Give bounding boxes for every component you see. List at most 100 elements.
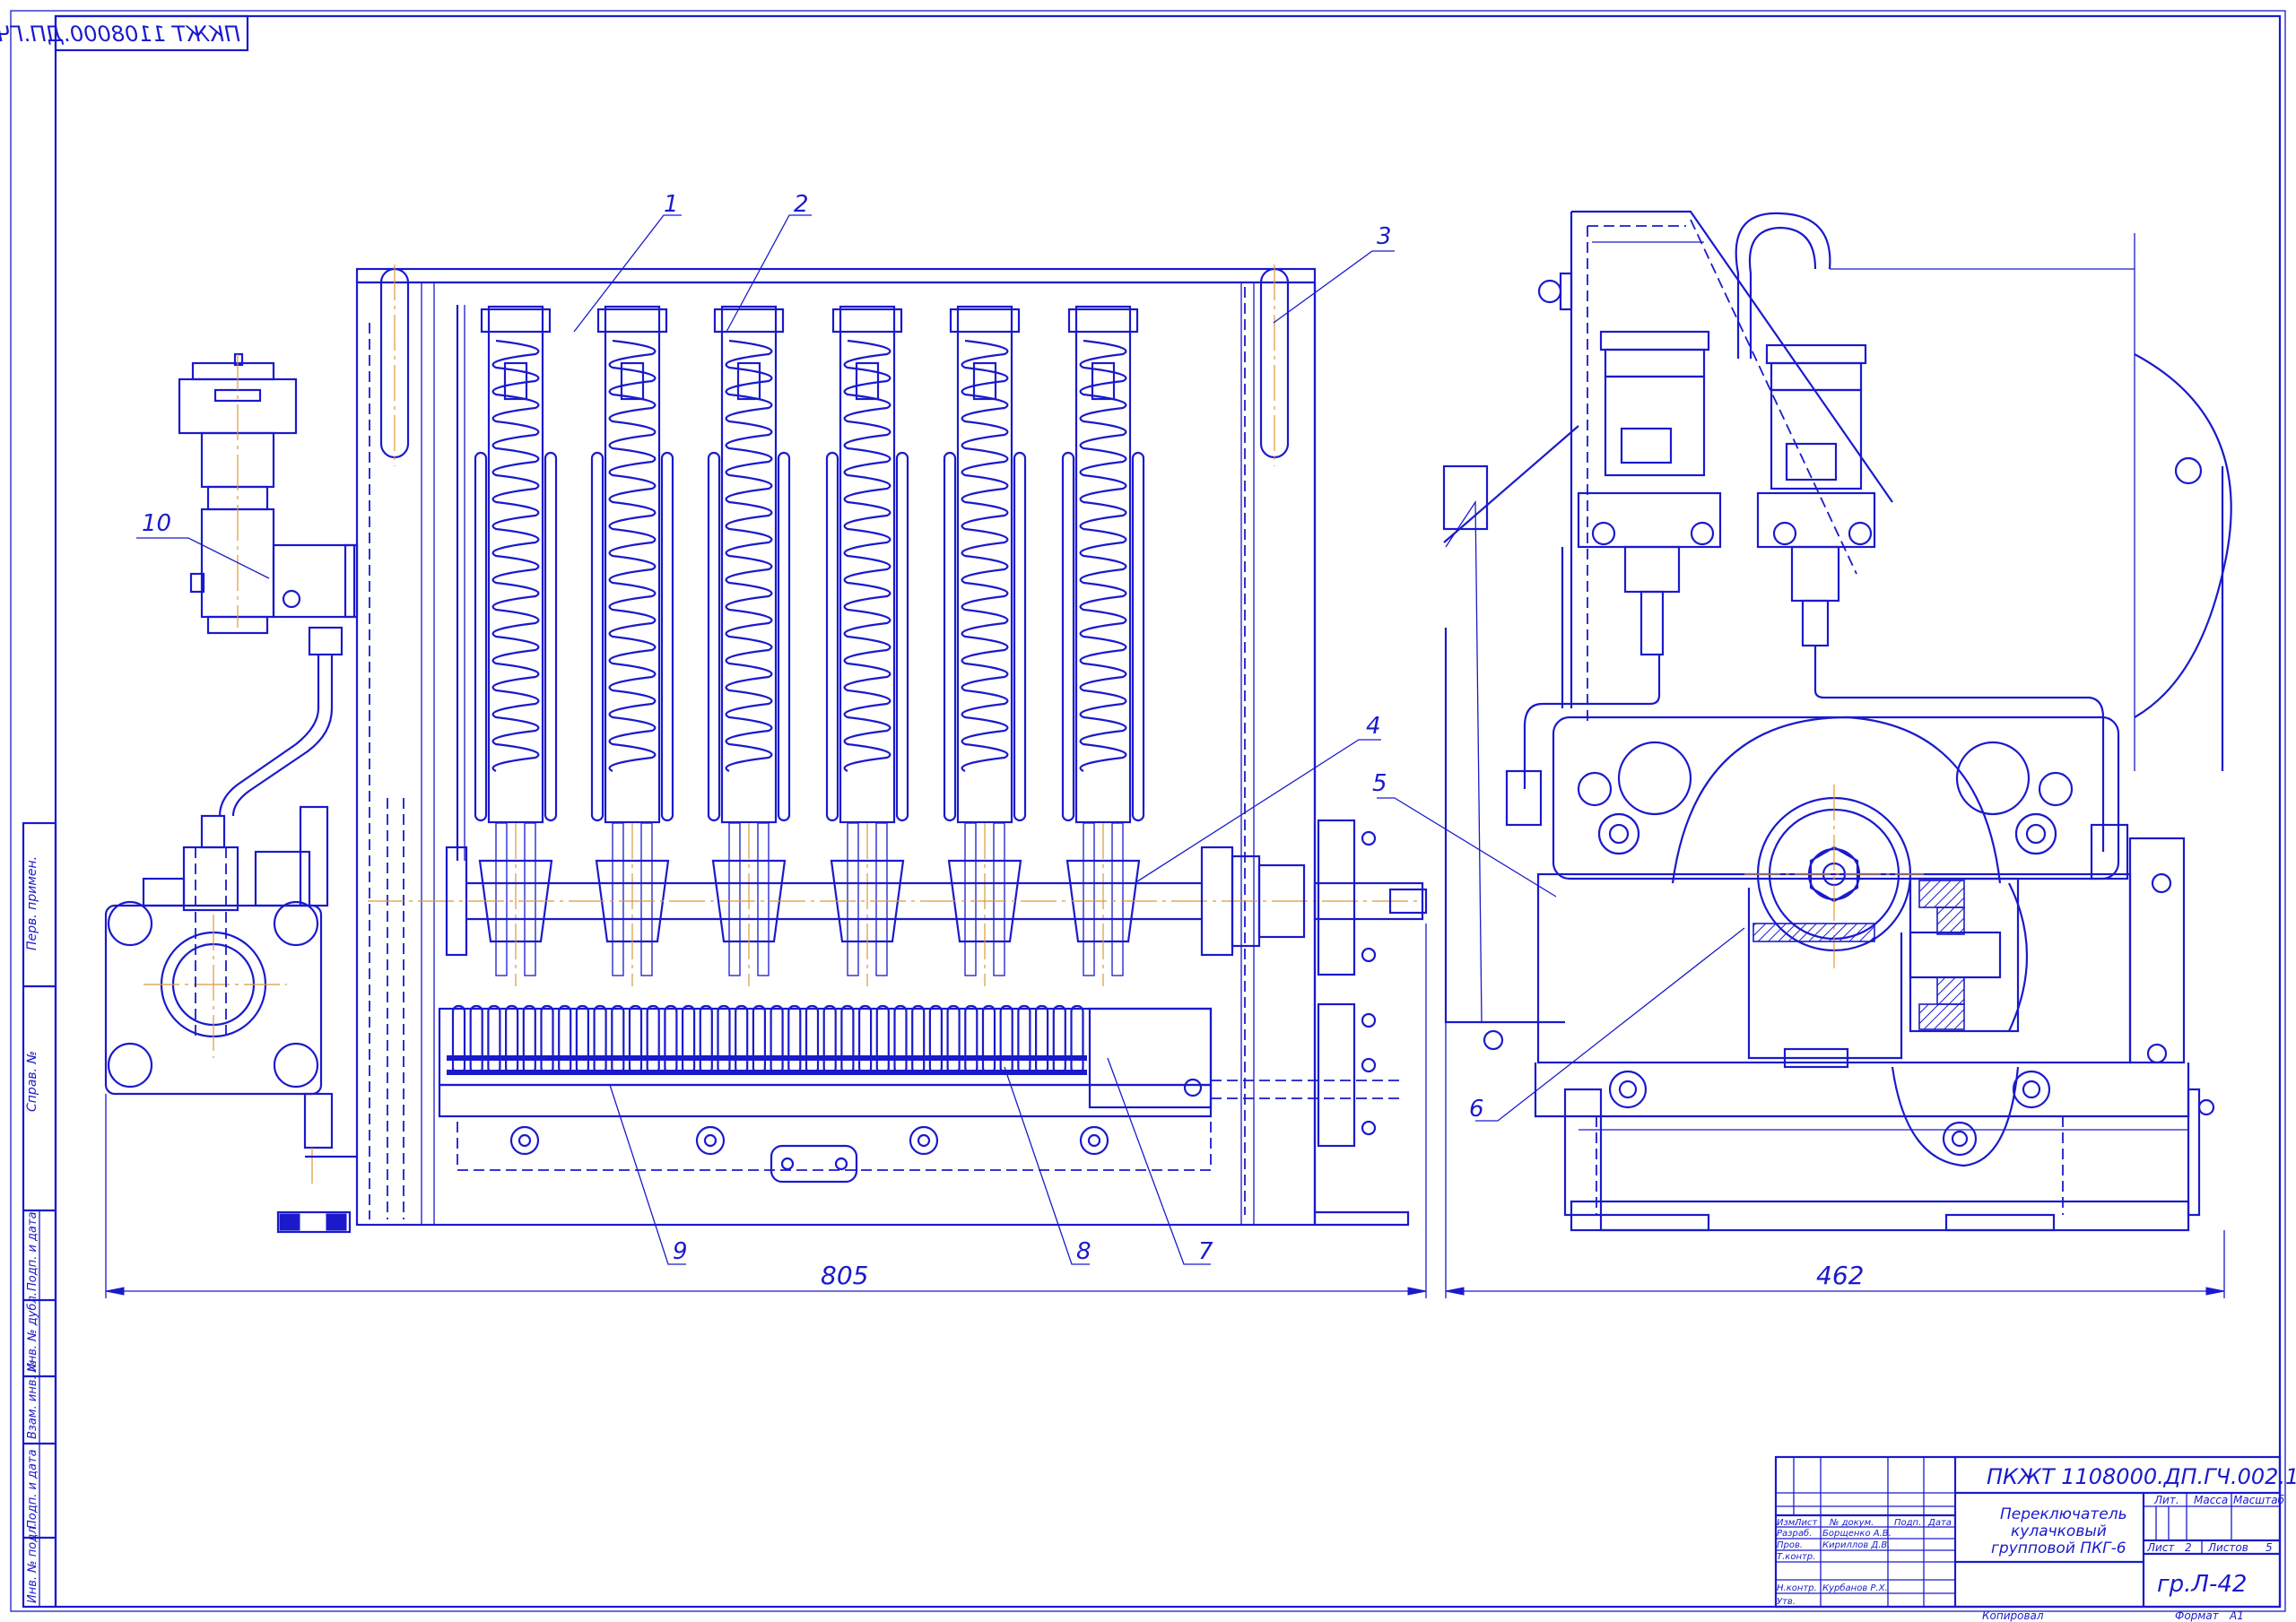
tb-name-line-1: Переключатель — [2000, 1505, 2127, 1523]
side-stamp-label-5: Взам. инв. № — [26, 1360, 39, 1439]
side-stamp-label-1: Перв. примен. — [25, 856, 39, 950]
callout-6: 6 — [1469, 1096, 1484, 1123]
tb-scale-header: Масштаб — [2233, 1494, 2285, 1506]
finger-contact — [558, 1004, 572, 1075]
contactor-element — [943, 305, 1027, 986]
tb-col-doc: № докум. — [1829, 1518, 1874, 1528]
side-stamp-label-4: Инв. № дубл. — [26, 1292, 39, 1372]
finger-contact — [451, 1004, 466, 1075]
contactor-element — [1061, 305, 1145, 986]
callout-9: 9 — [673, 1238, 688, 1265]
tb-role-tcontrol: Т.контр. — [1777, 1552, 1815, 1562]
side-stamp: Перв. примен. Справ. № Подп. и дата Инв.… — [22, 821, 57, 1609]
finger-contact — [981, 1004, 996, 1075]
drawing-frame — [10, 10, 2286, 1612]
drawing-sheet: ПКЖТ 1108000.ДП.ГЧ.002.17 Перв. примен. … — [0, 10, 2296, 1622]
finger-contact — [469, 1004, 483, 1075]
finger-contact — [664, 1004, 678, 1075]
electro-valve — [178, 352, 359, 635]
callout-4: 4 — [1366, 713, 1381, 740]
tb-lit-header: Лит. — [2153, 1494, 2179, 1506]
callout-10: 10 — [142, 510, 171, 537]
finger-contact — [804, 1004, 820, 1075]
side-stamp-label-2: Справ. № — [25, 1051, 39, 1112]
callout-8: 8 — [1076, 1238, 1091, 1265]
contactor-element — [474, 305, 558, 986]
finger-contact — [522, 1004, 536, 1075]
finger-contact — [875, 1004, 890, 1075]
finger-contact — [911, 1004, 926, 1075]
finger-contact — [575, 1004, 590, 1075]
tb-role-checker: Пров. — [1777, 1540, 1803, 1550]
tb-mass-header: Масса — [2194, 1494, 2228, 1506]
tb-role-ncontrol: Н.контр. — [1777, 1583, 1817, 1593]
side-view — [1442, 210, 2232, 1232]
finger-contact — [1034, 1004, 1049, 1075]
tb-format-value: А1 — [2229, 1609, 2244, 1622]
tb-role-approve: Утв. — [1777, 1597, 1796, 1607]
finger-contact — [857, 1004, 873, 1075]
finger-contact — [504, 1004, 519, 1075]
tb-person-checker: Кириллов Д.В. — [1822, 1540, 1890, 1550]
dimension-front-width: 805 — [821, 1261, 868, 1290]
contactor-element — [825, 305, 909, 986]
finger-contact — [770, 1004, 784, 1075]
finger-contact — [787, 1004, 802, 1075]
dimension-side-width: 462 — [1816, 1261, 1864, 1290]
finger-contacts — [451, 1004, 1084, 1075]
finger-contact — [840, 1004, 855, 1075]
tb-role-developer: Разраб. — [1777, 1528, 1812, 1539]
contactor-stack — [474, 305, 1145, 986]
tb-col-date: Дата — [1927, 1518, 1952, 1528]
mirrored-stamp: ПКЖТ 1108000.ДП.ГЧ.002.17 — [0, 14, 249, 52]
callout-1: 1 — [664, 191, 679, 218]
tb-name-line-3: групповой ПКГ-6 — [1991, 1540, 2126, 1557]
finger-contact — [964, 1004, 978, 1075]
finger-contact — [822, 1004, 837, 1075]
dimensions: 805 462 — [105, 924, 2225, 1298]
title-block: Изм. Лист № докум. Подп. Дата Разраб. Пр… — [1774, 1455, 2296, 1622]
callout-7: 7 — [1198, 1238, 1213, 1265]
callouts: 1 2 3 4 5 6 7 8 9 10 — [136, 191, 1745, 1265]
finger-contact — [1017, 1004, 1031, 1075]
tb-designation: ПКЖТ 1108000.ДП.ГЧ.002.17 — [1987, 1464, 2296, 1489]
tb-sheets-total: 5 — [2266, 1541, 2273, 1554]
side-stamp-label-3: Подп. и дата — [26, 1211, 39, 1291]
finger-contact — [752, 1004, 767, 1075]
finger-contact — [593, 1004, 607, 1075]
finger-contact — [646, 1004, 660, 1075]
callout-5: 5 — [1372, 770, 1387, 797]
tb-col-sign: Подп. — [1894, 1518, 1921, 1528]
finger-contact — [611, 1004, 625, 1075]
contactor-element — [707, 305, 791, 986]
tb-person-ncontrol: Курбанов Р.Х. — [1822, 1583, 1888, 1593]
tb-format-label: Формат — [2175, 1609, 2220, 1622]
finger-contact — [999, 1004, 1013, 1075]
finger-contact — [717, 1004, 731, 1075]
front-view — [104, 265, 1428, 1234]
tb-copied: Копировал — [1982, 1609, 2044, 1622]
tb-person-developer: Борщенко А.В. — [1822, 1529, 1892, 1539]
tb-col-list: Лист — [1794, 1518, 1819, 1528]
tb-name-line-2: кулачковый — [2011, 1522, 2107, 1540]
callout-2: 2 — [794, 191, 809, 218]
callout-3: 3 — [1377, 223, 1392, 250]
finger-contact — [487, 1004, 501, 1075]
finger-contact — [628, 1004, 643, 1075]
contactor-element — [590, 305, 674, 986]
finger-contact — [540, 1004, 554, 1075]
tb-group: гр.Л-42 — [2157, 1571, 2247, 1598]
tb-sheets-label: Листов — [2207, 1541, 2248, 1554]
tb-sheet-label: Лист — [2146, 1541, 2175, 1554]
finger-contact — [1052, 1004, 1066, 1075]
mirrored-stamp-text: ПКЖТ 1108000.ДП.ГЧ.002.17 — [0, 22, 240, 47]
tb-sheet-no: 2 — [2185, 1541, 2192, 1554]
side-stamp-label-7: Инв. № подл. — [26, 1522, 39, 1603]
finger-contact — [946, 1004, 961, 1075]
finger-contact — [893, 1004, 908, 1075]
side-stamp-label-6: Подп. и дата — [26, 1449, 39, 1529]
finger-contact — [681, 1004, 696, 1075]
finger-contact — [735, 1004, 749, 1075]
finger-contact — [1070, 1004, 1084, 1075]
finger-contact — [928, 1004, 944, 1075]
